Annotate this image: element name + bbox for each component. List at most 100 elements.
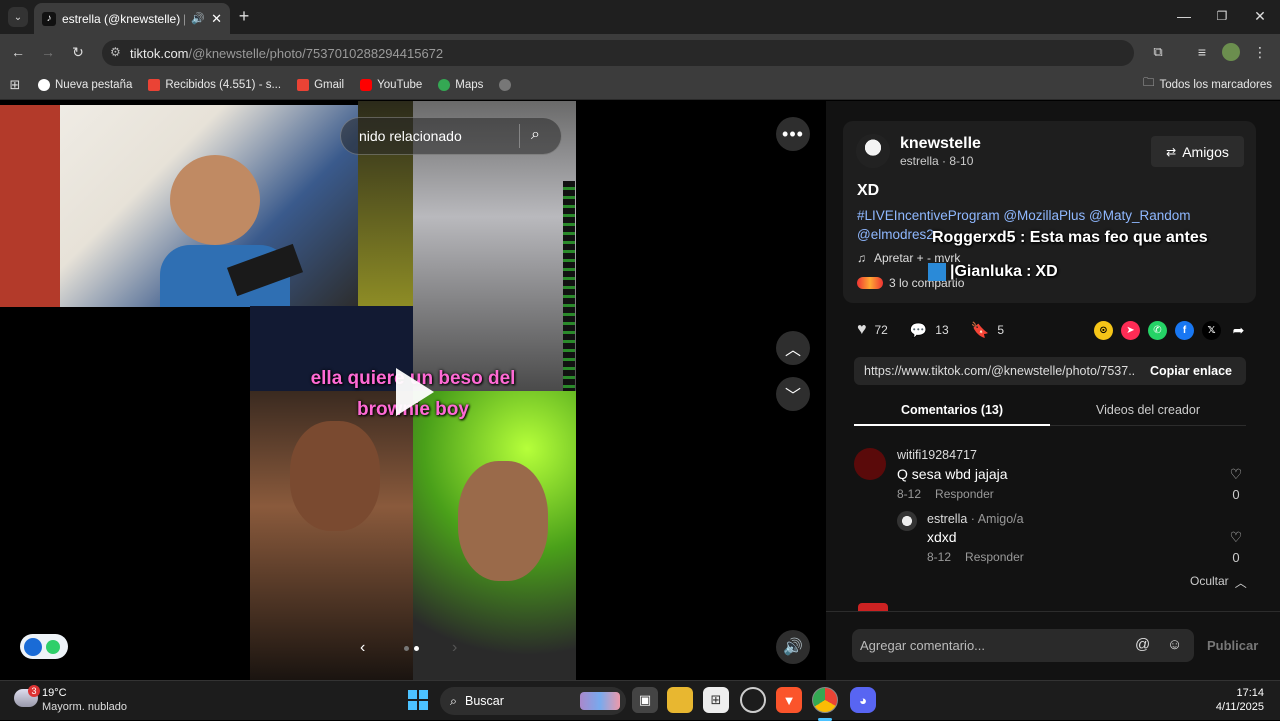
chrome-icon[interactable] bbox=[812, 687, 838, 713]
windows-start-icon[interactable] bbox=[405, 687, 431, 713]
active-tab[interactable]: ♪ estrella (@knewstelle) | TikT 🔊 ✕ bbox=[34, 3, 230, 34]
media-control-icon[interactable]: ≡ bbox=[1192, 42, 1212, 62]
power-icon[interactable] bbox=[46, 639, 60, 654]
profile-avatar[interactable] bbox=[1222, 43, 1240, 61]
mention-icon[interactable]: @ bbox=[1135, 636, 1150, 653]
reply-button[interactable]: Responder bbox=[965, 550, 1024, 564]
emoji-icon[interactable]: ☺ bbox=[1167, 636, 1182, 653]
globe-icon bbox=[499, 78, 512, 91]
reply-button[interactable]: Responder bbox=[935, 487, 994, 501]
brave-icon[interactable]: ▼ bbox=[776, 687, 802, 713]
weather-text[interactable]: Mayorm. nublado bbox=[42, 701, 127, 713]
user-badge-icon bbox=[928, 263, 946, 281]
facebook-icon[interactable]: f bbox=[1175, 321, 1194, 340]
bookmark-icon: 🔖 bbox=[970, 322, 990, 339]
author-avatar[interactable] bbox=[856, 134, 890, 168]
wall-poster bbox=[0, 105, 60, 307]
x-icon[interactable]: 𝕏 bbox=[1202, 321, 1221, 340]
next-post-button[interactable]: ﹀ bbox=[776, 377, 810, 411]
chrome-icon bbox=[38, 78, 50, 91]
forward-icon[interactable]: → bbox=[38, 42, 58, 62]
folder-icon: 🗀 bbox=[1143, 77, 1155, 89]
comment-input[interactable]: Agregar comentario... @ ☺ bbox=[852, 629, 1194, 662]
avatar[interactable] bbox=[897, 511, 917, 531]
author-meta: estrella · 8-10 bbox=[900, 154, 974, 168]
send-share-icon[interactable]: ➤ bbox=[1121, 321, 1140, 340]
more-options-button[interactable]: ••• bbox=[776, 117, 810, 151]
post-hashtags-line-2[interactable]: @elmodres2 bbox=[857, 227, 934, 242]
tab-creator-videos[interactable]: Videos del creador bbox=[1050, 403, 1246, 417]
taskbar-search[interactable]: ⌕ Buscar bbox=[440, 687, 626, 715]
carousel-dot-2[interactable] bbox=[414, 646, 419, 651]
bookmark-globe[interactable] bbox=[491, 78, 519, 91]
minimize-button[interactable]: — bbox=[1174, 6, 1194, 26]
reply-author[interactable]: estrella · Amigo/a bbox=[927, 512, 1024, 526]
window-close-button[interactable]: ✕ bbox=[1250, 6, 1270, 26]
whatsapp-icon[interactable]: ✆ bbox=[1148, 321, 1167, 340]
address-bar[interactable]: ⚙ tiktok.com/@knewstelle/photo/753701028… bbox=[102, 40, 1134, 66]
bookmark-nueva-pestana[interactable]: Nueva pestaña bbox=[30, 78, 140, 91]
task-view-icon[interactable]: ▣ bbox=[632, 687, 658, 713]
friends-button[interactable]: ⇄ Amigos bbox=[1151, 136, 1244, 167]
share-arrow-icon[interactable]: ➦ bbox=[1229, 321, 1248, 340]
save-button[interactable]: 🔖 5 bbox=[971, 321, 1004, 339]
menu-icon[interactable]: ⋮ bbox=[1252, 42, 1268, 62]
extension-widget[interactable] bbox=[20, 634, 68, 659]
github-icon[interactable] bbox=[740, 687, 766, 713]
live-comment-1: Roggerxd5 : Esta mas feo que antes bbox=[932, 229, 1208, 246]
all-bookmarks-button[interactable]: 🗀 Todos los marcadores bbox=[1135, 75, 1280, 94]
carousel-dot-1[interactable] bbox=[404, 646, 409, 651]
reload-icon[interactable]: ↻ bbox=[68, 42, 88, 62]
back-icon[interactable]: ← bbox=[8, 42, 28, 62]
restore-button[interactable]: ❐ bbox=[1212, 6, 1232, 26]
extensions-icon[interactable]: ⧉ bbox=[1148, 42, 1168, 62]
comment-button[interactable]: 💬 13 bbox=[910, 321, 949, 339]
search-placeholder: nido relacionado bbox=[359, 128, 462, 144]
previous-post-button[interactable]: ︿ bbox=[776, 331, 810, 365]
link-box: https://www.tiktok.com/@knewstelle/photo… bbox=[854, 357, 1246, 385]
extension-logo-icon bbox=[24, 637, 42, 656]
hide-replies-button[interactable]: Ocultar ︿ bbox=[1190, 574, 1247, 591]
swap-arrows-icon: ⇄ bbox=[1166, 144, 1177, 159]
post-link[interactable]: https://www.tiktok.com/@knewstelle/photo… bbox=[864, 364, 1136, 378]
comment-author[interactable]: witifi19284717 bbox=[897, 448, 977, 462]
tab-close-icon[interactable]: ✕ bbox=[211, 11, 222, 27]
copy-link-button[interactable]: Copiar enlace bbox=[1136, 364, 1246, 378]
related-search-input[interactable]: nido relacionado ⌕ bbox=[340, 117, 562, 155]
search-icon[interactable]: ⌕ bbox=[531, 126, 540, 144]
discord-icon[interactable]: ◕ bbox=[850, 687, 876, 713]
youtube-icon bbox=[360, 78, 373, 91]
new-tab-button[interactable]: + bbox=[234, 6, 254, 26]
bookmark-youtube[interactable]: YouTube bbox=[352, 78, 430, 91]
reply-like-heart-icon[interactable]: ♡ bbox=[1226, 529, 1246, 546]
play-icon[interactable] bbox=[396, 368, 434, 416]
publish-button[interactable]: Publicar bbox=[1207, 638, 1258, 653]
file-explorer-icon[interactable] bbox=[667, 687, 693, 713]
comment-like-heart-icon[interactable]: ♡ bbox=[1226, 466, 1246, 483]
tab-search-button[interactable]: ⌄ bbox=[8, 7, 28, 27]
store-icon[interactable]: ⊞ bbox=[703, 687, 729, 713]
site-info-icon[interactable]: ⚙ bbox=[110, 45, 121, 59]
carousel-next-icon[interactable]: › bbox=[452, 639, 457, 657]
embed-share-icon[interactable]: ⊙ bbox=[1094, 321, 1113, 340]
engagement-row: ♥ 72 💬 13 🔖 5 bbox=[857, 321, 1004, 339]
volume-icon[interactable]: 🔊 bbox=[776, 630, 810, 664]
tab-strip: ⌄ ♪ estrella (@knewstelle) | TikT 🔊 ✕ + … bbox=[0, 0, 1280, 34]
clock-time[interactable]: 17:14 bbox=[1200, 687, 1264, 699]
like-button[interactable]: ♥ 72 bbox=[857, 321, 888, 339]
bookmark-maps[interactable]: Maps bbox=[430, 78, 491, 91]
carousel-prev-icon[interactable]: ‹ bbox=[360, 639, 365, 657]
chat-stripe bbox=[563, 181, 575, 391]
bookmark-gmail[interactable]: Gmail bbox=[289, 78, 352, 91]
temperature[interactable]: 19°C bbox=[42, 687, 67, 699]
speaker-icon[interactable]: 🔊 bbox=[191, 12, 205, 25]
post-hashtags-line-1[interactable]: #LIVEIncentiveProgram @MozillaPlus @Maty… bbox=[857, 208, 1191, 223]
author-username[interactable]: knewstelle bbox=[900, 135, 981, 153]
gmail-icon bbox=[297, 78, 310, 91]
comment-icon: 💬 bbox=[909, 321, 928, 338]
clock-date[interactable]: 4/11/2025 bbox=[1200, 701, 1264, 713]
tab-comments[interactable]: Comentarios (13) bbox=[854, 403, 1050, 417]
apps-grid-icon[interactable]: ⊞ bbox=[0, 77, 30, 93]
avatar[interactable] bbox=[854, 448, 886, 480]
bookmark-recibidos[interactable]: Recibidos (4.551) - s... bbox=[140, 78, 289, 91]
